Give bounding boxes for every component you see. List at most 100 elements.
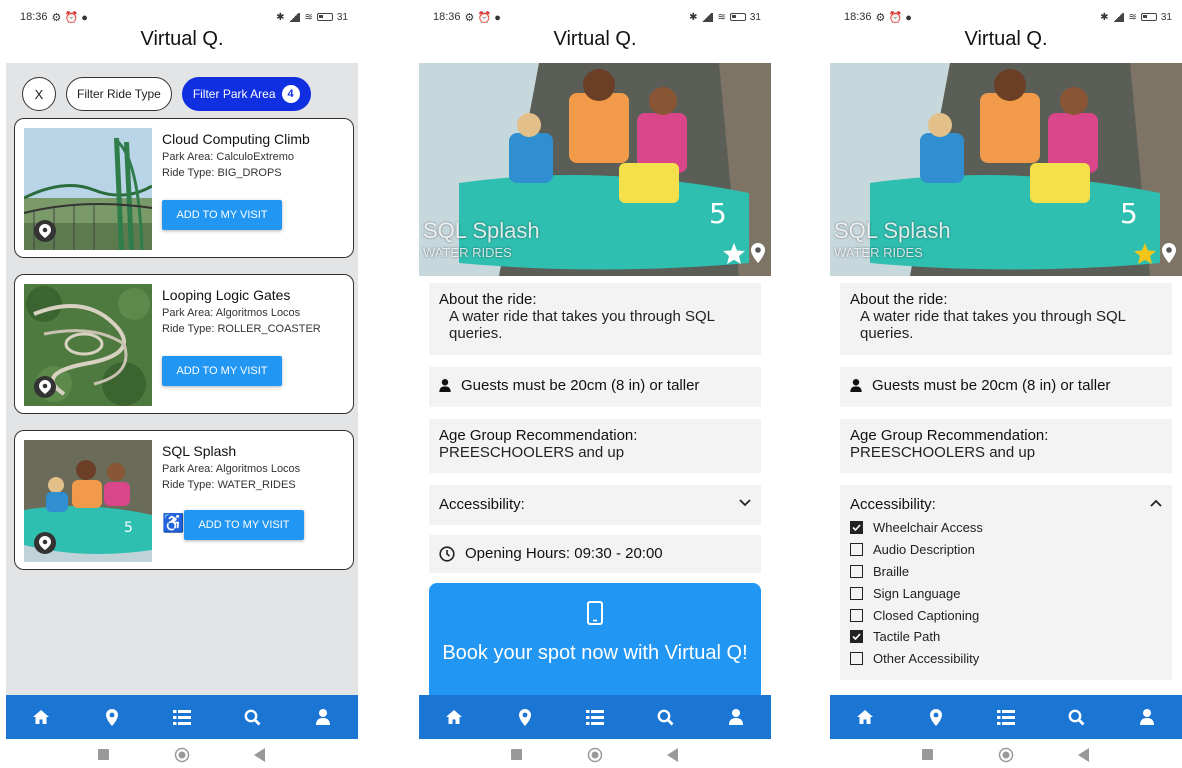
map-pin-icon[interactable] [34,532,56,554]
filter-park-area-button[interactable]: Filter Park Area 4 [181,77,311,111]
map-pin-icon[interactable] [1162,243,1176,268]
notification-icons: ⚙ ⏰ ● [464,11,501,24]
map-pin-icon[interactable] [921,702,951,732]
status-bar: 18:36 ⚙ ⏰ ● ✱ ≋ 31 [20,8,348,26]
age-heading: Age Group Recommendation: [439,427,638,444]
ride-name-overlay: SQL Splash [423,218,540,243]
favorite-star-icon[interactable] [1134,243,1156,269]
list-icon[interactable] [580,702,610,732]
bluetooth-icon: ✱ [276,11,285,23]
app-title: Virtual Q. [140,28,224,50]
system-nav [830,742,1182,768]
about-heading: About the ride: [850,291,948,308]
map-pin-icon[interactable] [97,702,127,732]
home-icon[interactable] [439,702,469,732]
about-heading: About the ride: [439,291,537,308]
hours-label: Opening Hours: [465,545,571,562]
back-icon[interactable] [667,748,679,762]
add-to-visit-button[interactable]: ADD TO MY VISIT [162,356,282,386]
checkbox-checked[interactable] [850,630,863,644]
ride-card: 5 SQL Splash Park Area: Algoritmos Locos… [14,430,354,570]
accessibility-heading[interactable]: Accessibility: [850,493,1162,513]
accessibility-option[interactable]: Wheelchair Access [850,517,1162,539]
user-icon[interactable] [721,702,751,732]
favorite-star-icon[interactable] [723,243,745,269]
back-icon[interactable] [1078,748,1090,762]
home-icon[interactable] [26,702,56,732]
accessibility-option[interactable]: Other Accessibility [850,648,1162,670]
user-icon[interactable] [308,702,338,732]
ride-hero-image: 5 SQL Splash WATER RIDES [830,63,1182,276]
book-spot-text: Book your spot now with Virtual Q! [442,642,748,664]
accessibility-option[interactable]: Braille [850,561,1162,583]
about-text: A water ride that takes you through SQL … [449,308,715,342]
accessibility-option-label: Audio Description [873,542,975,558]
clear-filters-button[interactable]: X [22,77,56,111]
accessibility-option-label: Tactile Path [873,629,941,645]
about-text: A water ride that takes you through SQL … [860,308,1126,342]
filter-count-badge: 4 [281,85,300,103]
list-icon[interactable] [167,702,197,732]
accessibility-option-label: Sign Language [873,585,961,601]
search-icon[interactable] [650,702,680,732]
signal-icon [288,12,301,22]
search-icon[interactable] [1061,702,1091,732]
map-pin-icon[interactable] [751,243,765,268]
ride-type: Ride Type: ROLLER_COASTER [162,323,321,335]
add-to-visit-button[interactable]: ADD TO MY VISIT [162,200,282,230]
recents-icon[interactable] [98,749,110,761]
accessibility-option-label: Wheelchair Access [873,520,983,536]
back-icon[interactable] [254,748,266,762]
age-text: PREESCHOOLERS and up [850,444,1036,461]
checkbox[interactable] [850,586,863,600]
accessibility-option[interactable]: Sign Language [850,582,1162,604]
checkbox[interactable] [850,608,863,622]
age-text: PREESCHOOLERS and up [439,444,625,461]
accessibility-list: Wheelchair Access Audio Description Brai… [850,517,1162,670]
signal-icon [701,12,714,22]
book-spot-button[interactable]: Book your spot now with Virtual Q! [429,583,761,713]
about-panel: About the ride: A water ride that takes … [429,283,761,355]
filter-ride-type-button[interactable]: Filter Ride Type [66,77,172,111]
home-icon[interactable] [850,702,880,732]
ride-park-area: Park Area: Algoritmos Locos [162,307,301,319]
ride-list: X Filter Ride Type Filter Park Area 4 Cl… [6,63,358,695]
accessibility-option-label: Braille [873,563,910,579]
checkbox[interactable] [850,564,863,578]
map-pin-icon[interactable] [34,376,56,398]
wheelchair-icon: ♿ [162,513,185,533]
accessibility-option[interactable]: Tactile Path [850,626,1162,648]
system-nav [6,742,358,768]
ride-image [24,128,152,250]
ride-name: SQL Splash [162,443,237,459]
accessibility-toggle[interactable]: Accessibility: [429,485,761,525]
map-pin-icon[interactable] [510,702,540,732]
accessibility-option[interactable]: Audio Description [850,539,1162,561]
battery-level: 31 [336,11,348,23]
checkbox-checked[interactable] [850,521,863,535]
ride-category-overlay: WATER RIDES [423,245,512,260]
notification-icons: ⚙ ⏰ ● [875,11,912,24]
map-pin-icon[interactable] [34,220,56,242]
recents-icon[interactable] [922,749,934,761]
app-title: Virtual Q. [964,28,1048,50]
age-panel: Age Group Recommendation: PREESCHOOLERS … [429,419,761,473]
add-to-visit-button[interactable]: ADD TO MY VISIT [184,510,304,540]
user-icon[interactable] [1132,702,1162,732]
battery-level: 31 [1160,11,1172,23]
app-title: Virtual Q. [553,28,637,50]
home-button-icon[interactable] [587,747,603,763]
ride-image: 5 [24,440,152,562]
search-icon[interactable] [237,702,267,732]
chevron-up-icon[interactable] [1150,499,1162,507]
user-icon [439,379,451,392]
accessibility-option[interactable]: Closed Captioning [850,604,1162,626]
home-button-icon[interactable] [174,747,190,763]
list-icon[interactable] [991,702,1021,732]
checkbox[interactable] [850,652,863,666]
home-button-icon[interactable] [998,747,1014,763]
recents-icon[interactable] [511,749,523,761]
wifi-icon: ≋ [717,11,726,23]
battery-level: 31 [749,11,761,23]
checkbox[interactable] [850,543,863,557]
